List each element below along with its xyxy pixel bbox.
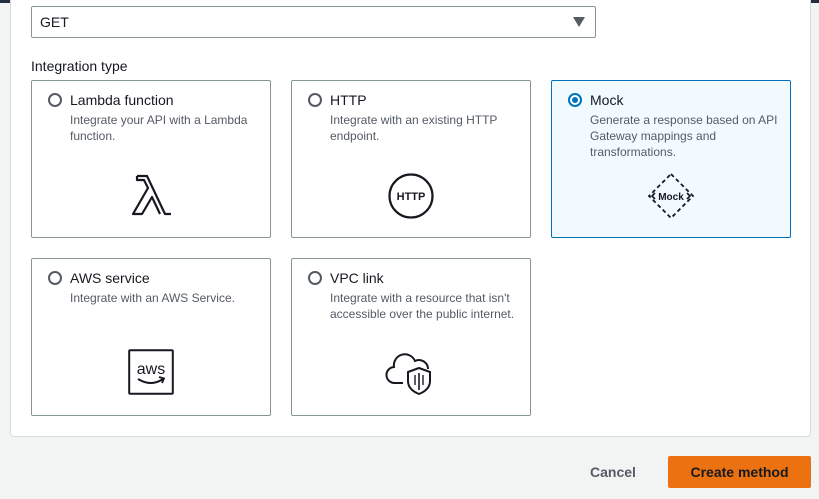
mock-icon: Mock (647, 172, 695, 220)
option-description: Integrate your API with a Lambda functio… (70, 113, 248, 143)
method-type-select[interactable]: GET (31, 6, 596, 38)
option-description: Integrate with an existing HTTP endpoint… (330, 113, 498, 143)
vpc-cloud-shield-icon (385, 353, 431, 396)
integration-option-aws-service[interactable]: AWS service Integrate with an AWS Servic… (31, 258, 271, 416)
caret-down-icon (573, 17, 585, 27)
option-title: HTTP (330, 92, 367, 108)
radio-aws-service[interactable] (48, 271, 62, 285)
create-method-button[interactable]: Create method (668, 456, 811, 488)
option-description: Integrate with an AWS Service. (70, 291, 235, 305)
option-title: AWS service (70, 270, 150, 286)
option-title: VPC link (330, 270, 384, 286)
mock-icon-text: Mock (658, 192, 684, 203)
integration-option-mock[interactable]: Mock Generate a response based on API Ga… (551, 80, 791, 238)
radio-vpc-link[interactable] (308, 271, 322, 285)
integration-option-lambda[interactable]: Lambda function Integrate your API with … (31, 80, 271, 238)
http-icon-text: HTTP (397, 191, 426, 203)
cancel-button[interactable]: Cancel (578, 458, 648, 486)
integration-option-http[interactable]: HTTP Integrate with an existing HTTP end… (291, 80, 531, 238)
integration-option-vpc-link[interactable]: VPC link Integrate with a resource that … (291, 258, 531, 416)
lambda-icon (131, 174, 171, 216)
radio-lambda[interactable] (48, 93, 62, 107)
option-description: Generate a response based on API Gateway… (590, 113, 778, 159)
option-title: Mock (590, 92, 624, 108)
aws-icon: aws (128, 349, 174, 395)
option-description: Integrate with a resource that isn't acc… (330, 291, 515, 321)
method-select-value: GET (40, 14, 69, 30)
integration-type-label: Integration type (31, 58, 128, 74)
http-icon: HTTP (388, 173, 434, 219)
option-title: Lambda function (70, 92, 174, 108)
radio-http[interactable] (308, 93, 322, 107)
radio-mock[interactable] (568, 93, 582, 107)
aws-icon-text: aws (137, 361, 165, 378)
